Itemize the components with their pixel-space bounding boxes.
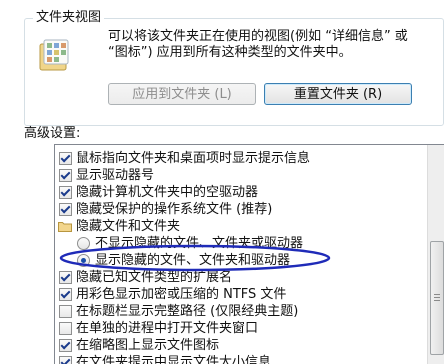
- list-item-label: 显示隐藏的文件、文件夹和驱动器: [95, 253, 291, 268]
- folder-icon: [58, 222, 72, 232]
- checkbox[interactable]: [59, 152, 72, 165]
- scrollbar-grip-icon: [434, 294, 440, 302]
- checkbox[interactable]: [59, 356, 72, 364]
- checkbox[interactable]: [59, 322, 72, 335]
- list-item-label: 隐藏受保护的操作系统文件 (推荐): [76, 202, 273, 217]
- checkbox[interactable]: [59, 339, 72, 352]
- list-item-label: 隐藏文件和文件夹: [76, 219, 181, 234]
- list-item-label: 隐藏已知文件类型的扩展名: [76, 270, 233, 285]
- list-item-label: 不显示隐藏的文件、文件夹或驱动器: [95, 236, 304, 251]
- reset-folders-button[interactable]: 重置文件夹 (R): [264, 83, 412, 105]
- radio-button[interactable]: [77, 254, 90, 267]
- list-item-label: 在标题栏显示完整路径 (仅限经典主题): [76, 304, 299, 319]
- list-item-label: 隐藏计算机文件夹中的空驱动器: [76, 185, 259, 200]
- checkbox[interactable]: [59, 186, 72, 199]
- apply-to-folders-button[interactable]: 应用到文件夹 (L): [108, 83, 256, 105]
- folder-views-icon: [39, 39, 69, 71]
- advanced-settings-list[interactable]: 鼠标指向文件夹和桌面项时显示提示信息 显示驱动器号 隐藏计算机文件夹中的空驱动器…: [54, 144, 444, 364]
- checkbox[interactable]: [59, 288, 72, 301]
- checkbox[interactable]: [59, 305, 72, 318]
- list-item-label: 在单独的进程中打开文件夹窗口: [76, 321, 259, 336]
- folder-options-view: 文件夹视图 可以将该文件夹正在使用的视图(例如 “详细信息” 或 “图标”) 应…: [0, 0, 444, 364]
- list-item-label: 在缩略图上显示文件图标: [76, 338, 220, 353]
- list-item-label: 用彩色显示加密或压缩的 NTFS 文件: [76, 287, 287, 302]
- folder-views-description: 可以将该文件夹正在使用的视图(例如 “详细信息” 或 “图标”) 应用到所有这种…: [108, 29, 408, 60]
- scrollbar-thumb[interactable]: [430, 241, 444, 355]
- vertical-scrollbar[interactable]: [427, 145, 444, 364]
- checkbox[interactable]: [59, 169, 72, 182]
- checkbox[interactable]: [59, 203, 72, 216]
- list-item-label: 显示驱动器号: [76, 168, 155, 183]
- checkbox[interactable]: [59, 271, 72, 284]
- folder-views-title: 文件夹视图: [33, 10, 105, 26]
- list-item-label: 鼠标指向文件夹和桌面项时显示提示信息: [76, 151, 311, 166]
- list-item-label: 在文件夹提示中显示文件大小信息: [76, 355, 272, 364]
- radio-button[interactable]: [77, 237, 90, 250]
- advanced-settings-label: 高级设置:: [24, 126, 81, 141]
